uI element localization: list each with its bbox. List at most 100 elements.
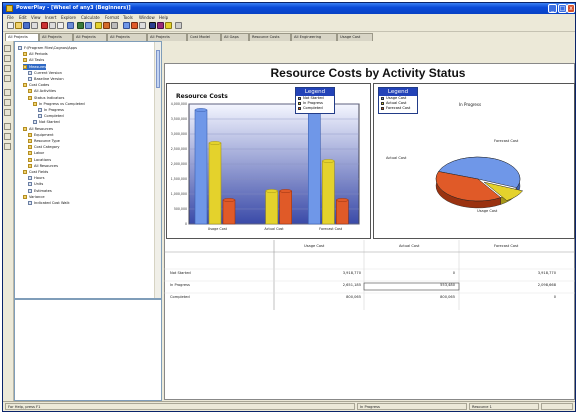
crosstab[interactable]: Usage Cost Actual Cost Forecast Cost Not St…	[164, 240, 575, 310]
cut-icon[interactable]	[41, 22, 48, 29]
tree-scroll-thumb[interactable]	[156, 50, 160, 88]
menu-explore[interactable]: Explore	[61, 15, 76, 20]
highlight-icon[interactable]	[165, 22, 172, 29]
tree-scrollbar[interactable]	[154, 42, 161, 298]
tree-node[interactable]: All Resources	[23, 126, 53, 132]
tab-6[interactable]: All Gaps	[221, 33, 249, 41]
tree-node[interactable]: Hours	[28, 175, 45, 181]
crosstab-icon[interactable]	[139, 22, 146, 29]
tab-8[interactable]: All Engineering	[291, 33, 337, 41]
tree-node[interactable]: In Progress	[38, 107, 64, 113]
tree-node[interactable]: Locations	[28, 157, 51, 163]
tree-node[interactable]: In Progress vs Completed	[33, 101, 85, 107]
row-header[interactable]: Completed	[170, 295, 190, 299]
tab-0[interactable]: All Projects	[5, 33, 39, 41]
maximize-button[interactable]: □	[558, 4, 567, 13]
menu-calculate[interactable]: Calculate	[81, 15, 100, 20]
tree-node[interactable]: Indicated Cost Walk	[28, 200, 70, 206]
bar-chart-panel[interactable]: Resource Costs 0 500,000 1,000,000 1,500,00…	[166, 83, 371, 239]
tree-node[interactable]: Units	[28, 181, 43, 187]
help-icon[interactable]	[175, 22, 182, 29]
tree-node-label: All Resources	[29, 126, 53, 131]
tab-7[interactable]: Resource Costs	[249, 33, 291, 41]
tab-2[interactable]: All Projects	[73, 33, 107, 41]
menu-edit[interactable]: Edit	[19, 15, 27, 20]
tree-node[interactable]: Status Indicators	[28, 95, 64, 101]
measures-icon[interactable]	[4, 99, 11, 106]
bar-chart-icon[interactable]	[123, 22, 130, 29]
menu-insert[interactable]: Insert	[45, 15, 56, 20]
sort-icon[interactable]	[95, 22, 102, 29]
dimension-tree[interactable]: F:\Program Files\Cognos\Apps All Periods A…	[14, 41, 162, 299]
tree-node[interactable]: All Tasks	[23, 57, 44, 63]
tree-node[interactable]: Cost Category	[28, 144, 60, 150]
layers-icon[interactable]	[157, 22, 164, 29]
tree-node[interactable]: F:\Program Files\Cognos\Apps	[18, 45, 77, 51]
column-header[interactable]: Usage Cost	[304, 244, 324, 248]
menu-help[interactable]: Help	[159, 15, 168, 20]
legend-label: Not Started	[303, 96, 324, 100]
minimize-button[interactable]: _	[548, 4, 557, 13]
folder-icon	[23, 126, 27, 131]
filter-icon[interactable]	[103, 22, 110, 29]
exception-icon[interactable]	[4, 143, 11, 150]
tab-5[interactable]: Cost Model	[187, 33, 221, 41]
close-button[interactable]: x	[567, 4, 575, 13]
tab-9[interactable]: Usage Cost	[337, 33, 373, 41]
tree-node[interactable]: Equipment	[28, 132, 54, 138]
tree-node[interactable]: Completed	[38, 113, 64, 119]
y-tick-label: 2,000,000	[171, 162, 187, 166]
category-icon	[38, 108, 42, 112]
dimension-viewer-icon[interactable]	[4, 45, 11, 52]
layers-tool-icon[interactable]	[4, 89, 11, 96]
tab-4[interactable]: All Projects	[147, 33, 187, 41]
open-icon[interactable]	[15, 22, 22, 29]
menu-tools[interactable]: Tools	[123, 15, 133, 20]
pie-chart-panel[interactable]: In Progress Forecast Cost Usage Cost Actua…	[373, 83, 575, 239]
tree-node[interactable]: Current Version	[28, 70, 62, 76]
row-header[interactable]: Not Started	[170, 271, 191, 275]
rows-icon[interactable]	[4, 65, 11, 72]
menu-view[interactable]: View	[31, 15, 41, 20]
bar-chart[interactable]: 0 500,000 1,000,000 1,500,000 2,000,000 2,500…	[167, 84, 372, 240]
tree-node-label: Resource Type	[34, 139, 60, 143]
rank-icon[interactable]	[4, 123, 11, 130]
tab-3[interactable]: All Projects	[107, 33, 147, 41]
columns-icon[interactable]	[4, 75, 11, 82]
drill-down-icon[interactable]	[77, 22, 84, 29]
tree-node[interactable]: All Periods	[23, 51, 48, 57]
tab-1[interactable]: All Projects	[39, 33, 73, 41]
tree-node[interactable]: Baseline Version	[28, 76, 64, 82]
swap-icon[interactable]	[111, 22, 118, 29]
undo-icon[interactable]	[67, 22, 74, 29]
category-icon	[38, 114, 42, 119]
menu-window[interactable]: Window	[139, 15, 155, 20]
tree-node[interactable]: Resource Type	[28, 138, 60, 144]
drill-up-icon[interactable]	[85, 22, 92, 29]
format-icon[interactable]	[4, 133, 11, 140]
explore-icon[interactable]	[4, 55, 11, 62]
3d-bar-icon[interactable]	[149, 22, 156, 29]
print-icon[interactable]	[31, 22, 38, 29]
tree-node[interactable]: Cost Fields	[23, 169, 48, 175]
tree-node[interactable]: Not Started	[33, 119, 60, 125]
menu-file[interactable]: File	[7, 15, 14, 20]
save-icon[interactable]	[23, 22, 30, 29]
column-header[interactable]: Forecast Cost	[494, 244, 518, 248]
tree-node[interactable]: All Activities	[28, 88, 56, 94]
copy-icon[interactable]	[49, 22, 56, 29]
tree-node[interactable]: Measures	[23, 63, 47, 70]
menu-format[interactable]: Format	[105, 15, 119, 20]
tree-node[interactable]: All Resources	[28, 163, 58, 169]
column-header[interactable]: Actual Cost	[399, 244, 419, 248]
row-header[interactable]: In Progress	[170, 283, 190, 287]
paste-icon[interactable]	[57, 22, 64, 29]
pie-chart-icon[interactable]	[131, 22, 138, 29]
tree-node[interactable]: Cost Codes	[23, 82, 49, 88]
tree-node[interactable]: Variance	[23, 194, 45, 200]
title-bar[interactable]: PowerPlay - [Wheel of any3 (Beginners)] …	[3, 3, 575, 14]
tree-node[interactable]: Estimates	[28, 188, 52, 194]
tree-node[interactable]: Labor	[28, 150, 44, 156]
calc-icon[interactable]	[4, 109, 11, 116]
new-icon[interactable]	[7, 22, 14, 29]
